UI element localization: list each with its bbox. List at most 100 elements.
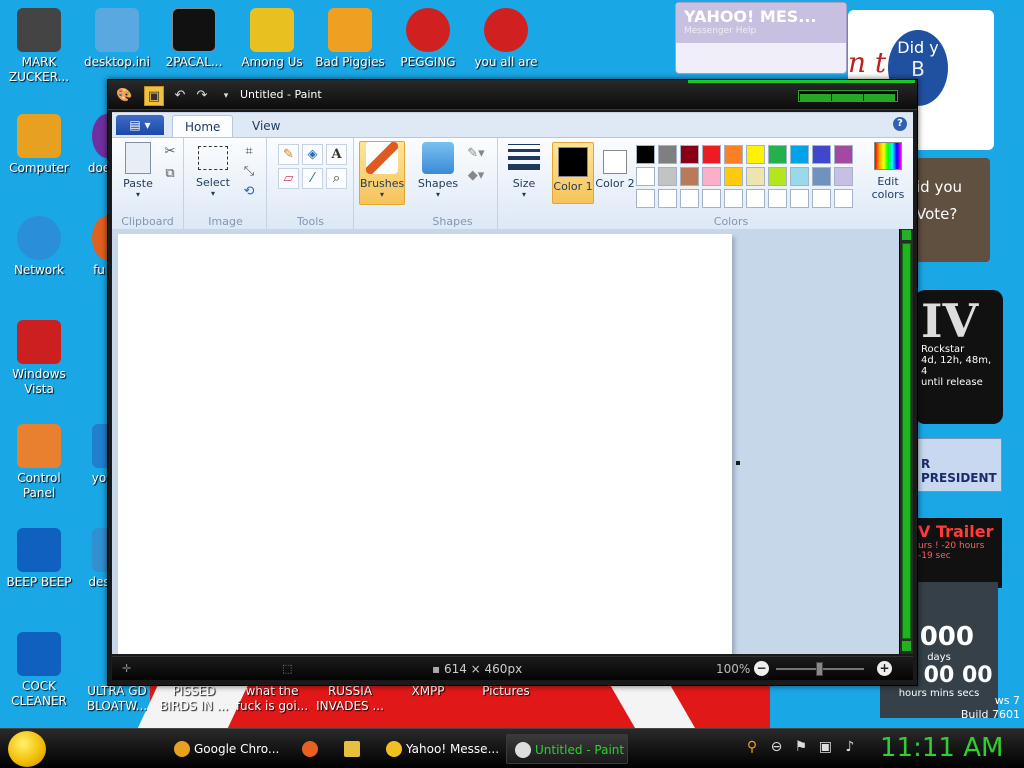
palette-swatch[interactable] [636,167,655,186]
desktop-icon-cock-cleaner[interactable]: COCK CLEANER [0,632,78,709]
palette-swatch[interactable] [658,145,677,164]
save-icon[interactable]: ▣ [144,86,164,106]
palette-swatch[interactable] [746,167,765,186]
resize-icon[interactable]: ⤡ [239,162,259,182]
palette-swatch[interactable] [790,167,809,186]
palette-swatch[interactable] [658,189,677,208]
desktop-icon-xmpp[interactable]: XMPP [389,684,467,699]
palette-swatch[interactable] [724,189,743,208]
eraser-icon[interactable]: ▱ [278,168,299,189]
close-button[interactable] [864,94,895,102]
color1-button[interactable]: Color 1 [552,142,594,204]
rotate-icon[interactable]: ⟲ [239,182,259,202]
help-icon[interactable]: ? [893,117,907,131]
canvas-resize-handle[interactable] [736,461,740,465]
taskbar-paint[interactable]: Untitled - Paint [506,734,628,764]
pencil-icon[interactable]: ✎ [278,144,299,165]
palette-swatch[interactable] [768,145,787,164]
paint-window[interactable]: 🎨 ▣ ↶ ↷ ▾ Untitled - Paint ▤ ▾ Home View… [107,79,918,686]
fill-icon[interactable]: ◈ [302,144,323,165]
desktop-icon-mark-zucker[interactable]: MARK ZUCKER... [0,8,78,85]
color2-button[interactable]: Color 2 [594,142,636,204]
taskbar-chrome[interactable]: Google Chro... [166,734,284,764]
scroll-up-arrow[interactable] [902,230,911,240]
desktop-icon-you-all-are[interactable]: you all are [467,8,545,70]
palette-swatch[interactable] [680,145,699,164]
network-tray-icon[interactable]: ▣ [815,739,835,755]
palette-swatch[interactable] [746,145,765,164]
desktop-icon-ultra-gd[interactable]: ULTRA GD BLOATW... [78,684,156,714]
palette-swatch[interactable] [636,189,655,208]
copy-icon[interactable]: ⧉ [160,164,180,184]
desktop-icon-what-the[interactable]: what the fuck is goi... [233,684,311,714]
edit-colors-button[interactable]: Edit colors [866,142,910,201]
color-picker-icon[interactable]: ⁄ [302,168,323,189]
shapes-button[interactable]: Shapes ▾ [416,142,460,199]
desktop-icon-russia[interactable]: RUSSIA INVADES ... [311,684,389,714]
palette-swatch[interactable] [812,167,831,186]
zoom-in-button[interactable]: + [877,661,892,676]
crop-icon[interactable]: ⌗ [239,142,259,162]
text-icon[interactable]: A [326,144,347,165]
customize-qat-icon[interactable]: ▾ [216,86,236,106]
palette-swatch[interactable] [834,167,853,186]
palette-swatch[interactable] [702,145,721,164]
palette-swatch[interactable] [812,189,831,208]
palette-swatch[interactable] [680,167,699,186]
desktop-icon-among-us[interactable]: Among Us [233,8,311,70]
vertical-scrollbar[interactable] [899,229,913,654]
search-icon[interactable]: ⚲ [742,739,762,755]
palette-swatch[interactable] [658,167,677,186]
zoom-out-button[interactable]: − [754,661,769,676]
desktop-icon-pissed-birds[interactable]: PISSED BIRDS IN ... [155,684,233,714]
select-button[interactable]: Select ▾ [193,142,233,198]
magnifier-icon[interactable]: ⌕ [326,168,347,189]
palette-swatch[interactable] [790,189,809,208]
taskbar-firefox[interactable] [294,734,328,764]
desktop-icon-2pacal[interactable]: 2PACAL... [155,8,233,70]
redo-icon[interactable]: ↷ [192,86,212,106]
minus-icon[interactable]: ⊖ [766,739,786,755]
scroll-thumb[interactable] [902,243,911,639]
fill-shape-icon[interactable]: ◆▾ [466,166,486,186]
yahoo-menu[interactable]: Messenger Help [684,26,838,36]
cut-icon[interactable]: ✂ [160,142,180,162]
paint-app-icon[interactable]: 🎨 [116,88,132,103]
palette-swatch[interactable] [702,167,721,186]
tab-view[interactable]: View [240,115,292,137]
trailer-gadget[interactable]: V Trailer urs ! -20 hours -19 sec [912,518,1002,588]
taskbar-explorer[interactable] [336,734,372,764]
tab-home[interactable]: Home [172,115,234,137]
undo-icon[interactable]: ↶ [170,86,190,106]
minimize-button[interactable] [800,94,831,102]
president-gadget[interactable]: R PRESIDENT [916,438,1002,492]
drawing-canvas[interactable] [118,234,732,654]
desktop-icon-windows-vista[interactable]: Windows Vista [0,320,78,397]
desktop-icon-bad-piggies[interactable]: Bad Piggies [311,8,389,70]
size-button[interactable]: Size ▾ [505,142,543,199]
zoom-slider[interactable] [776,662,864,676]
zoom-slider-knob[interactable] [816,662,823,676]
flag-icon[interactable]: ⚑ [791,739,811,755]
paint-menu-button[interactable]: ▤ ▾ [116,115,164,135]
palette-swatch[interactable] [724,145,743,164]
brushes-button[interactable]: Brushes ▾ [359,141,405,205]
palette-swatch[interactable] [724,167,743,186]
palette-swatch[interactable] [636,145,655,164]
canvas-workspace[interactable] [112,229,899,654]
palette-swatch[interactable] [746,189,765,208]
palette-swatch[interactable] [834,189,853,208]
yahoo-messenger-window[interactable]: YAHOO! MES... Messenger Help [675,2,847,74]
clock[interactable]: 11:11 AM [880,733,1003,763]
maximize-button[interactable] [832,94,863,102]
paste-button[interactable]: Paste ▾ [118,142,158,199]
palette-swatch[interactable] [834,145,853,164]
gta-countdown-gadget[interactable]: IV Rockstar 4d, 12h, 48m, 4 until releas… [915,290,1003,424]
outline-icon[interactable]: ✎▾ [466,144,486,164]
vote-gadget[interactable]: id you Vote? [912,158,990,262]
scroll-down-arrow[interactable] [902,641,911,651]
desktop-icon-desktop-ini[interactable]: desktop.ini [78,8,156,70]
palette-swatch[interactable] [680,189,699,208]
start-button[interactable] [8,731,46,767]
palette-swatch[interactable] [768,167,787,186]
